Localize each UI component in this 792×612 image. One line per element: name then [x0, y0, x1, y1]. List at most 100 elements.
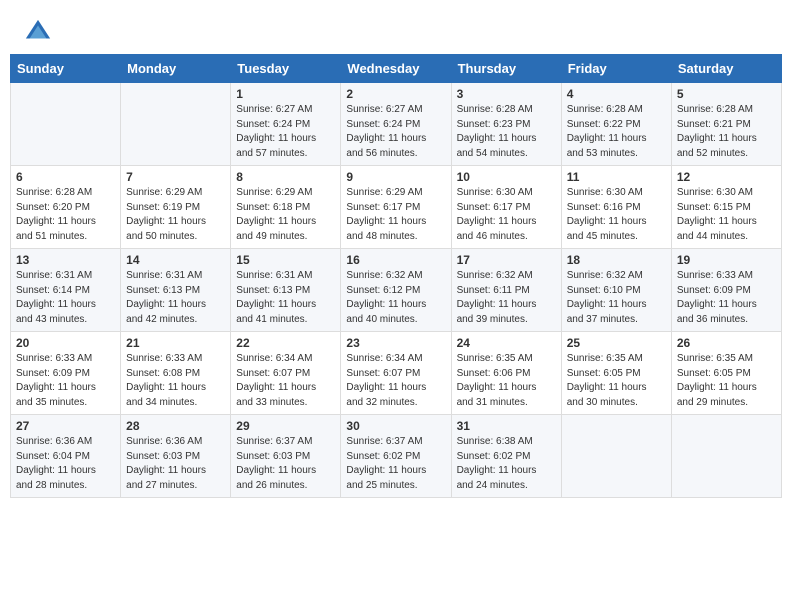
day-info: Sunrise: 6:29 AM Sunset: 6:17 PM Dayligh…	[346, 186, 445, 244]
day-cell: 10Sunrise: 6:30 AM Sunset: 6:17 PM Dayli…	[451, 166, 561, 249]
day-info: Sunrise: 6:27 AM Sunset: 6:24 PM Dayligh…	[346, 103, 445, 161]
day-info: Sunrise: 6:27 AM Sunset: 6:24 PM Dayligh…	[236, 103, 335, 161]
day-info: Sunrise: 6:33 AM Sunset: 6:09 PM Dayligh…	[677, 269, 776, 327]
day-info: Sunrise: 6:29 AM Sunset: 6:19 PM Dayligh…	[126, 186, 225, 244]
day-number: 29	[236, 419, 335, 433]
day-number: 9	[346, 170, 445, 184]
day-info: Sunrise: 6:32 AM Sunset: 6:10 PM Dayligh…	[567, 269, 666, 327]
day-cell: 25 Sunrise: 6:35 AM Sunset: 6:05 PM Dayli…	[561, 332, 671, 415]
page-header	[0, 0, 792, 54]
day-cell: 12Sunrise: 6:30 AM Sunset: 6:15 PM Dayli…	[671, 166, 781, 249]
header-wednesday: Wednesday	[341, 55, 451, 83]
day-info: Sunrise: 6:35 AM Sunset: 6:05 PM Dayligh…	[677, 352, 776, 410]
day-number: 25	[567, 336, 666, 350]
day-number: 14	[126, 253, 225, 267]
day-info: Sunrise: 6:36 AM Sunset: 6:04 PM Dayligh…	[16, 435, 115, 493]
week-row-2: 6 Sunrise: 6:28 AM Sunset: 6:20 PM Daylig…	[11, 166, 782, 249]
day-info: Sunrise: 6:31 AM Sunset: 6:13 PM Dayligh…	[236, 269, 335, 327]
day-info: Sunrise: 6:30 AM Sunset: 6:16 PM Dayligh…	[567, 186, 666, 244]
day-number: 6	[16, 170, 115, 184]
day-info: Sunrise: 6:28 AM Sunset: 6:21 PM Dayligh…	[677, 103, 776, 161]
day-info: Sunrise: 6:33 AM Sunset: 6:09 PM Dayligh…	[16, 352, 115, 410]
day-number: 10	[457, 170, 556, 184]
day-info: Sunrise: 6:28 AM Sunset: 6:22 PM Dayligh…	[567, 103, 666, 161]
day-cell	[671, 415, 781, 498]
calendar-body: 1 Sunrise: 6:27 AM Sunset: 6:24 PM Daylig…	[11, 83, 782, 498]
day-cell: 7 Sunrise: 6:29 AM Sunset: 6:19 PM Daylig…	[121, 166, 231, 249]
day-number: 30	[346, 419, 445, 433]
day-number: 26	[677, 336, 776, 350]
day-cell	[561, 415, 671, 498]
day-cell: 3Sunrise: 6:28 AM Sunset: 6:23 PM Daylig…	[451, 83, 561, 166]
day-info: Sunrise: 6:32 AM Sunset: 6:11 PM Dayligh…	[457, 269, 556, 327]
day-number: 7	[126, 170, 225, 184]
day-cell: 4 Sunrise: 6:28 AM Sunset: 6:22 PM Daylig…	[561, 83, 671, 166]
day-number: 13	[16, 253, 115, 267]
day-cell: 24 Sunrise: 6:35 AM Sunset: 6:06 PM Dayli…	[451, 332, 561, 415]
day-cell: 30Sunrise: 6:37 AM Sunset: 6:02 PM Dayli…	[341, 415, 451, 498]
logo-icon	[24, 18, 52, 46]
day-cell: 18 Sunrise: 6:32 AM Sunset: 6:10 PM Dayli…	[561, 249, 671, 332]
day-cell: 9 Sunrise: 6:29 AM Sunset: 6:17 PM Daylig…	[341, 166, 451, 249]
day-number: 8	[236, 170, 335, 184]
day-cell: 29 Sunrise: 6:37 AM Sunset: 6:03 PM Dayli…	[231, 415, 341, 498]
day-info: Sunrise: 6:33 AM Sunset: 6:08 PM Dayligh…	[126, 352, 225, 410]
day-info: Sunrise: 6:29 AM Sunset: 6:18 PM Dayligh…	[236, 186, 335, 244]
day-number: 11	[567, 170, 666, 184]
day-cell	[121, 83, 231, 166]
week-row-5: 27 Sunrise: 6:36 AM Sunset: 6:04 PM Dayli…	[11, 415, 782, 498]
day-number: 18	[567, 253, 666, 267]
day-cell: 21Sunrise: 6:33 AM Sunset: 6:08 PM Dayli…	[121, 332, 231, 415]
day-cell: 31 Sunrise: 6:38 AM Sunset: 6:02 PM Dayli…	[451, 415, 561, 498]
week-row-3: 13Sunrise: 6:31 AM Sunset: 6:14 PM Dayli…	[11, 249, 782, 332]
logo	[24, 18, 54, 46]
day-number: 3	[457, 87, 556, 101]
day-info: Sunrise: 6:35 AM Sunset: 6:06 PM Dayligh…	[457, 352, 556, 410]
header-monday: Monday	[121, 55, 231, 83]
day-info: Sunrise: 6:34 AM Sunset: 6:07 PM Dayligh…	[236, 352, 335, 410]
day-cell: 5 Sunrise: 6:28 AM Sunset: 6:21 PM Daylig…	[671, 83, 781, 166]
header-friday: Friday	[561, 55, 671, 83]
day-number: 5	[677, 87, 776, 101]
day-info: Sunrise: 6:30 AM Sunset: 6:15 PM Dayligh…	[677, 186, 776, 244]
day-number: 16	[346, 253, 445, 267]
day-number: 19	[677, 253, 776, 267]
day-cell: 16 Sunrise: 6:32 AM Sunset: 6:12 PM Dayli…	[341, 249, 451, 332]
day-info: Sunrise: 6:31 AM Sunset: 6:13 PM Dayligh…	[126, 269, 225, 327]
day-number: 27	[16, 419, 115, 433]
day-cell: 20 Sunrise: 6:33 AM Sunset: 6:09 PM Dayli…	[11, 332, 121, 415]
day-info: Sunrise: 6:34 AM Sunset: 6:07 PM Dayligh…	[346, 352, 445, 410]
day-info: Sunrise: 6:35 AM Sunset: 6:05 PM Dayligh…	[567, 352, 666, 410]
day-cell: 23Sunrise: 6:34 AM Sunset: 6:07 PM Dayli…	[341, 332, 451, 415]
day-info: Sunrise: 6:32 AM Sunset: 6:12 PM Dayligh…	[346, 269, 445, 327]
day-cell: 26 Sunrise: 6:35 AM Sunset: 6:05 PM Dayli…	[671, 332, 781, 415]
header-thursday: Thursday	[451, 55, 561, 83]
day-info: Sunrise: 6:28 AM Sunset: 6:20 PM Dayligh…	[16, 186, 115, 244]
day-info: Sunrise: 6:37 AM Sunset: 6:03 PM Dayligh…	[236, 435, 335, 493]
day-cell: 27 Sunrise: 6:36 AM Sunset: 6:04 PM Dayli…	[11, 415, 121, 498]
day-number: 22	[236, 336, 335, 350]
day-number: 4	[567, 87, 666, 101]
day-number: 24	[457, 336, 556, 350]
day-number: 1	[236, 87, 335, 101]
day-cell: 2 Sunrise: 6:27 AM Sunset: 6:24 PM Daylig…	[341, 83, 451, 166]
day-cell: 11 Sunrise: 6:30 AM Sunset: 6:16 PM Dayli…	[561, 166, 671, 249]
day-cell	[11, 83, 121, 166]
calendar-wrapper: SundayMondayTuesdayWednesdayThursdayFrid…	[0, 54, 792, 508]
day-cell: 19 Sunrise: 6:33 AM Sunset: 6:09 PM Dayli…	[671, 249, 781, 332]
day-cell: 17 Sunrise: 6:32 AM Sunset: 6:11 PM Dayli…	[451, 249, 561, 332]
week-row-1: 1 Sunrise: 6:27 AM Sunset: 6:24 PM Daylig…	[11, 83, 782, 166]
day-number: 2	[346, 87, 445, 101]
day-cell: 14 Sunrise: 6:31 AM Sunset: 6:13 PM Dayli…	[121, 249, 231, 332]
day-number: 17	[457, 253, 556, 267]
day-number: 15	[236, 253, 335, 267]
calendar-header: SundayMondayTuesdayWednesdayThursdayFrid…	[11, 55, 782, 83]
header-tuesday: Tuesday	[231, 55, 341, 83]
calendar-table: SundayMondayTuesdayWednesdayThursdayFrid…	[10, 54, 782, 498]
day-cell: 6 Sunrise: 6:28 AM Sunset: 6:20 PM Daylig…	[11, 166, 121, 249]
day-cell: 28Sunrise: 6:36 AM Sunset: 6:03 PM Dayli…	[121, 415, 231, 498]
day-info: Sunrise: 6:38 AM Sunset: 6:02 PM Dayligh…	[457, 435, 556, 493]
day-cell: 22 Sunrise: 6:34 AM Sunset: 6:07 PM Dayli…	[231, 332, 341, 415]
day-number: 20	[16, 336, 115, 350]
day-number: 31	[457, 419, 556, 433]
